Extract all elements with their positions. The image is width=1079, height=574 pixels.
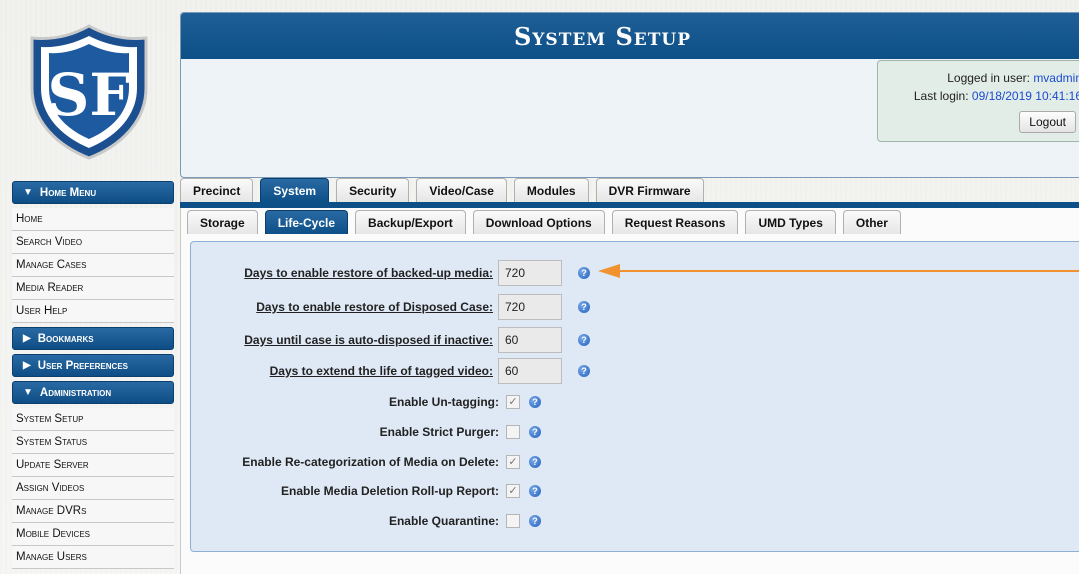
login-info-box: Logged in user: mvadmin Last login: 09/1… xyxy=(877,60,1079,142)
tab-download-options[interactable]: Download Options xyxy=(472,210,605,234)
header-panel: System Setup Logged in user: mvadmin Las… xyxy=(180,12,1079,178)
logged-in-user: Logged in user: mvadmin xyxy=(878,69,1079,87)
sidebar-item-system-setup[interactable]: System Setup xyxy=(12,408,174,431)
tab-life-cycle[interactable]: Life-Cycle xyxy=(264,210,349,234)
svg-text:SF: SF xyxy=(47,61,130,129)
sidebar-item-mobile-devices[interactable]: Mobile Devices xyxy=(12,523,174,546)
setting-row-recategorization: Enable Re-categorization of Media on Del… xyxy=(190,448,541,476)
administration-header[interactable]: ▼ Administration xyxy=(12,381,174,404)
help-icon[interactable]: ? xyxy=(529,485,541,497)
home-menu: ▼ Home Menu Home Search Video Manage Cas… xyxy=(12,181,174,323)
sidebar-item-manage-cases[interactable]: Manage Cases xyxy=(12,254,174,277)
help-icon[interactable]: ? xyxy=(578,365,590,377)
tab-modules[interactable]: Modules xyxy=(513,178,589,202)
triangle-down-icon: ▼ xyxy=(23,187,33,198)
logged-in-user-value: mvadmin xyxy=(1033,71,1079,85)
recategorization-checkbox[interactable]: ✓ xyxy=(506,455,520,469)
tab-system[interactable]: System xyxy=(260,178,330,202)
help-icon[interactable]: ? xyxy=(578,334,590,346)
setting-label: Enable Strict Purger: xyxy=(379,425,499,439)
sidebar-item-user-help[interactable]: User Help xyxy=(12,300,174,323)
sidebar-item-manage-users[interactable]: Manage Users xyxy=(12,546,174,569)
title-bar: System Setup xyxy=(181,13,1079,59)
sidebar-item-assign-videos[interactable]: Assign Videos xyxy=(12,477,174,500)
setting-label: Days to extend the life of tagged video: xyxy=(269,364,493,378)
home-menu-header[interactable]: ▼ Home Menu xyxy=(12,181,174,204)
page-title: System Setup xyxy=(513,21,692,51)
setting-row-restore-disposed: Days to enable restore of Disposed Case:… xyxy=(190,293,590,321)
home-menu-label: Home Menu xyxy=(39,186,97,199)
quarantine-checkbox[interactable] xyxy=(506,514,520,528)
last-login-label: Last login: xyxy=(913,89,969,103)
rollup-report-checkbox[interactable]: ✓ xyxy=(506,484,520,498)
tab-backup-export[interactable]: Backup/Export xyxy=(355,210,466,234)
setting-row-quarantine: Enable Quarantine: ? xyxy=(190,507,541,535)
tab-precinct[interactable]: Precinct xyxy=(180,178,254,202)
tab-storage[interactable]: Storage xyxy=(187,210,258,234)
triangle-right-icon: ▶ xyxy=(23,333,31,344)
tab-request-reasons[interactable]: Request Reasons xyxy=(611,210,739,234)
administration-label: Administration xyxy=(39,386,112,399)
bookmarks-header[interactable]: ▶ Bookmarks xyxy=(12,327,174,350)
triangle-down-icon: ▼ xyxy=(23,387,33,398)
user-preferences-label: User Preferences xyxy=(37,359,128,372)
tab-underline xyxy=(180,202,1079,208)
restore-backed-up-days-input[interactable]: 720 xyxy=(498,260,562,286)
sub-tabs: Storage Life-Cycle Backup/Export Downloa… xyxy=(187,210,901,234)
tab-security[interactable]: Security xyxy=(336,178,410,202)
setting-label: Days to enable restore of Disposed Case: xyxy=(256,300,493,314)
auto-dispose-days-input[interactable]: 60 xyxy=(498,327,562,353)
setting-label: Enable Re-categorization of Media on Del… xyxy=(242,455,499,469)
help-icon[interactable]: ? xyxy=(529,515,541,527)
logged-in-user-label: Logged in user: xyxy=(947,71,1030,85)
strict-purger-checkbox[interactable] xyxy=(506,425,520,439)
sidebar: ▼ Home Menu Home Search Video Manage Cas… xyxy=(12,181,174,573)
help-icon[interactable]: ? xyxy=(578,267,590,279)
triangle-right-icon: ▶ xyxy=(23,360,31,371)
tab-umd-types[interactable]: UMD Types xyxy=(745,210,836,234)
setting-label: Enable Media Deletion Roll-up Report: xyxy=(280,484,499,498)
sidebar-item-manage-dvrs[interactable]: Manage DVRs xyxy=(12,500,174,523)
sidebar-item-system-status[interactable]: System Status xyxy=(12,431,174,454)
last-login: Last login: 09/18/2019 10:41:16 xyxy=(878,87,1079,105)
tab-video-case[interactable]: Video/Case xyxy=(416,178,507,202)
setting-label: Enable Quarantine: xyxy=(388,514,499,528)
setting-row-untagging: Enable Un-tagging: ✓ ? xyxy=(190,388,541,416)
setting-label: Enable Un-tagging: xyxy=(389,395,499,409)
sidebar-item-home[interactable]: Home xyxy=(12,208,174,231)
sidebar-item-media-reader[interactable]: Media Reader xyxy=(12,277,174,300)
help-icon[interactable]: ? xyxy=(578,301,590,313)
extend-tagged-days-input[interactable]: 60 xyxy=(498,358,562,384)
tab-other[interactable]: Other xyxy=(842,210,901,234)
help-icon[interactable]: ? xyxy=(529,426,541,438)
help-icon[interactable]: ? xyxy=(529,396,541,408)
tab-dvr-firmware[interactable]: DVR Firmware xyxy=(595,178,704,202)
sidebar-item-update-server[interactable]: Update Server xyxy=(12,454,174,477)
untagging-checkbox[interactable]: ✓ xyxy=(506,395,520,409)
logout-button[interactable]: Logout xyxy=(1019,111,1076,133)
setting-row-restore-backed-up: Days to enable restore of backed-up medi… xyxy=(190,259,590,287)
setting-row-strict-purger: Enable Strict Purger: ? xyxy=(190,418,541,446)
restore-disposed-days-input[interactable]: 720 xyxy=(498,294,562,320)
help-icon[interactable]: ? xyxy=(529,456,541,468)
sf-shield-logo: SF xyxy=(30,24,148,160)
setting-row-extend-tagged: Days to extend the life of tagged video:… xyxy=(190,357,590,385)
sidebar-item-search-video[interactable]: Search Video xyxy=(12,231,174,254)
top-tabs: Precinct System Security Video/Case Modu… xyxy=(180,178,704,202)
setting-row-rollup-report: Enable Media Deletion Roll-up Report: ✓ … xyxy=(190,477,541,505)
bookmarks-label: Bookmarks xyxy=(37,332,94,345)
annotation-arrow-icon xyxy=(598,264,1079,278)
setting-label: Days until case is auto-disposed if inac… xyxy=(244,333,493,347)
setting-row-auto-dispose: Days until case is auto-disposed if inac… xyxy=(190,326,590,354)
administration-menu: ▼ Administration System Setup System Sta… xyxy=(12,381,174,569)
user-preferences-header[interactable]: ▶ User Preferences xyxy=(12,354,174,377)
last-login-value: 09/18/2019 10:41:16 xyxy=(971,89,1079,103)
setting-label: Days to enable restore of backed-up medi… xyxy=(244,266,493,280)
